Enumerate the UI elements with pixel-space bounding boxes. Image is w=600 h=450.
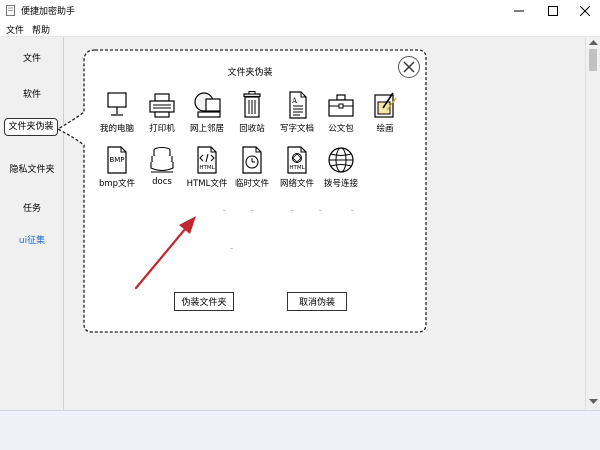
arrow-head-icon bbox=[179, 216, 196, 234]
annotation-arrow bbox=[134, 216, 196, 290]
